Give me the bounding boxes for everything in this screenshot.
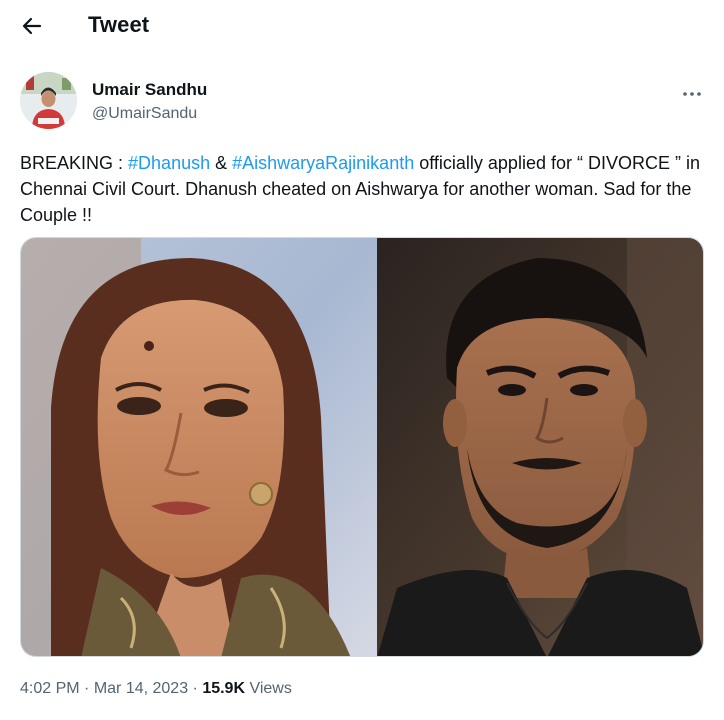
tweet-text-prefix: BREAKING : [20, 153, 129, 173]
hashtag-link[interactable]: #Dhanush [128, 153, 210, 173]
views-count: 15.9K [202, 680, 246, 697]
tweet-meta: 4:02 PM · Mar 14, 2023 · 15.9K Views [20, 680, 292, 698]
tweet-text: BREAKING : #Dhanush & #AishwaryaRajinika… [20, 150, 710, 228]
hashtag-link[interactable]: #AishwaryaRajinikanth [232, 153, 414, 173]
tweet-author: Umair Sandhu @UmairSandu [20, 72, 704, 132]
views-label: Views [245, 680, 292, 697]
photo-man[interactable] [377, 238, 703, 656]
author-handle[interactable]: @UmairSandu [92, 105, 197, 123]
more-horizontal-icon[interactable] [680, 84, 704, 104]
header-bar: Tweet [0, 0, 724, 52]
meta-separator: · [79, 680, 94, 697]
author-name[interactable]: Umair Sandhu [92, 80, 207, 100]
photo-woman[interactable] [21, 238, 377, 656]
tweet-text-joiner: & [210, 153, 233, 173]
tweet-time[interactable]: 4:02 PM [20, 680, 80, 697]
tweet-media[interactable] [20, 237, 704, 657]
tweet-date[interactable]: Mar 14, 2023 [94, 680, 188, 697]
page-title: Tweet [88, 12, 150, 37]
avatar[interactable] [20, 72, 77, 129]
arrow-left-icon[interactable] [20, 14, 44, 38]
meta-separator: · [188, 680, 203, 697]
